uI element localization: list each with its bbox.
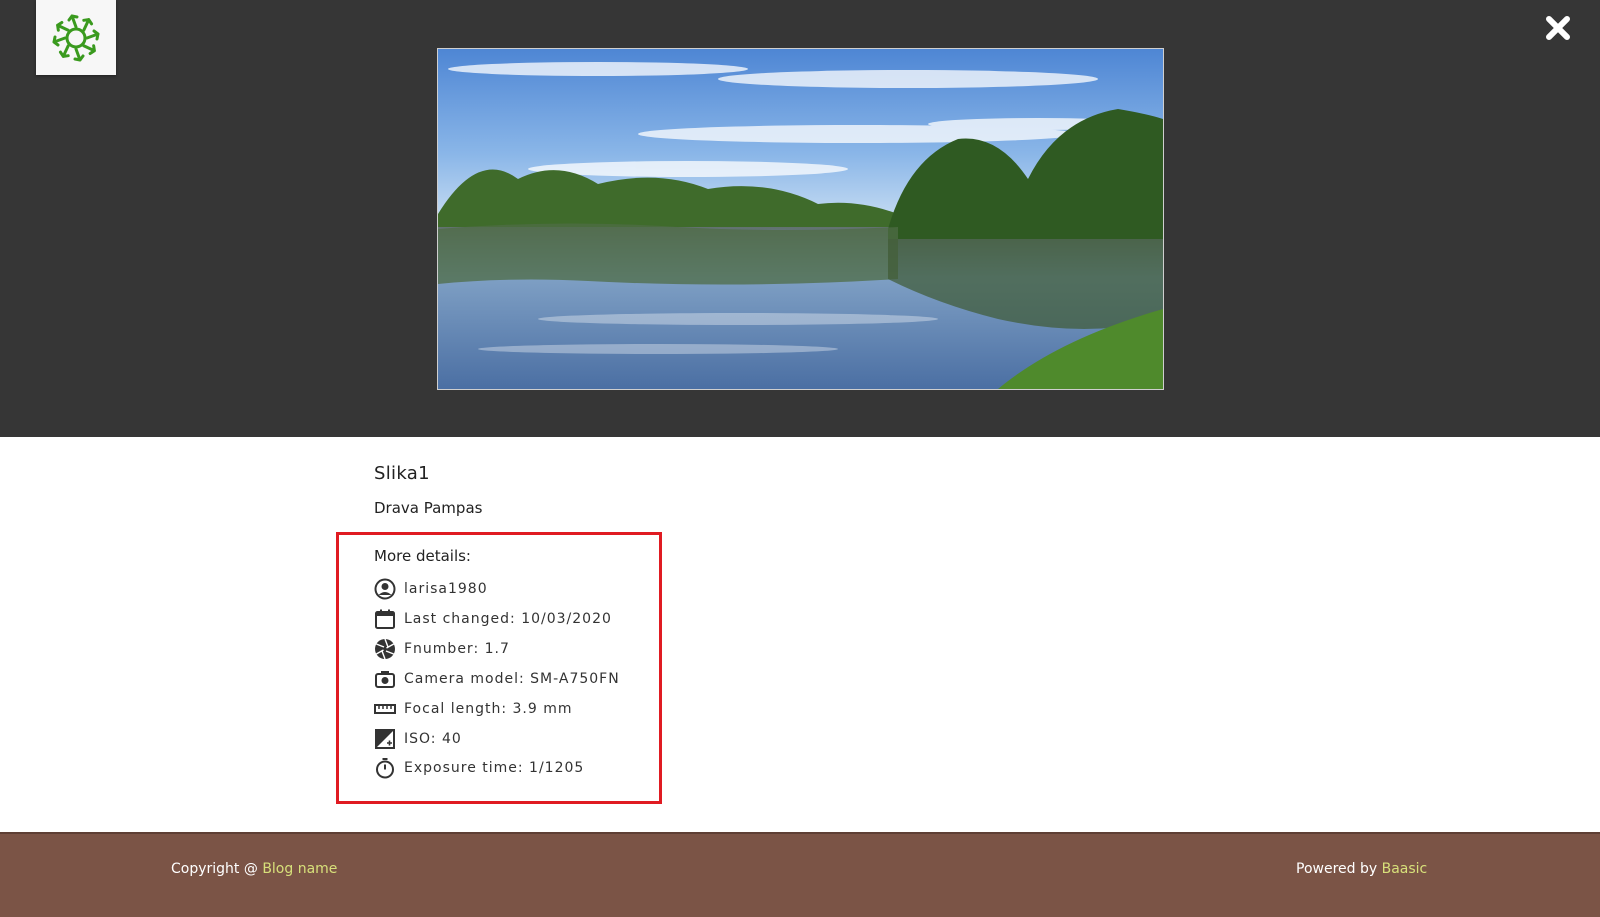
detail-focal-length-text: Focal length: 3.9 mm <box>404 701 573 717</box>
aperture-icon <box>375 638 395 660</box>
calendar-icon <box>375 609 395 629</box>
ruler-icon <box>374 704 396 714</box>
blog-name-link[interactable]: Blog name <box>262 861 337 877</box>
photo-image <box>437 48 1164 390</box>
copyright-label: Copyright @ <box>171 861 263 877</box>
footer-copyright: Copyright @ Blog name <box>171 861 337 877</box>
detail-iso: ISO: 40 <box>374 727 462 751</box>
detail-fnumber-text: Fnumber: 1.7 <box>404 641 510 657</box>
stopwatch-icon <box>376 758 394 779</box>
footer-powered-by: Powered by Baasic <box>1296 861 1427 877</box>
detail-author: larisa1980 <box>374 577 488 601</box>
site-logo[interactable] <box>36 0 116 75</box>
detail-author-text: larisa1980 <box>404 581 488 597</box>
close-icon <box>1546 16 1570 40</box>
exposure-icon <box>375 729 395 749</box>
close-button[interactable] <box>1541 11 1575 45</box>
lightbox-header <box>0 0 1600 437</box>
camera-icon <box>375 671 395 688</box>
detail-camera-model-text: Camera model: SM-A750FN <box>404 671 620 687</box>
photo-title: Slika1 <box>374 463 430 484</box>
detail-camera-model: Camera model: SM-A750FN <box>374 667 620 691</box>
sun-logo-icon <box>52 14 100 61</box>
detail-fnumber: Fnumber: 1.7 <box>374 637 510 661</box>
powered-by-label: Powered by <box>1296 861 1382 877</box>
user-icon <box>374 578 396 600</box>
photo-description: Drava Pampas <box>374 499 483 517</box>
site-footer: Copyright @ Blog name Powered by Baasic <box>0 832 1600 917</box>
details-heading: More details: <box>374 547 471 565</box>
detail-exposure-time-text: Exposure time: 1/1205 <box>404 760 585 776</box>
baasic-link[interactable]: Baasic <box>1382 861 1428 877</box>
detail-iso-text: ISO: 40 <box>404 731 462 747</box>
detail-exposure-time: Exposure time: 1/1205 <box>374 756 584 780</box>
detail-last-changed-text: Last changed: 10/03/2020 <box>404 611 612 627</box>
detail-focal-length: Focal length: 3.9 mm <box>374 697 573 721</box>
detail-last-changed: Last changed: 10/03/2020 <box>374 607 612 631</box>
